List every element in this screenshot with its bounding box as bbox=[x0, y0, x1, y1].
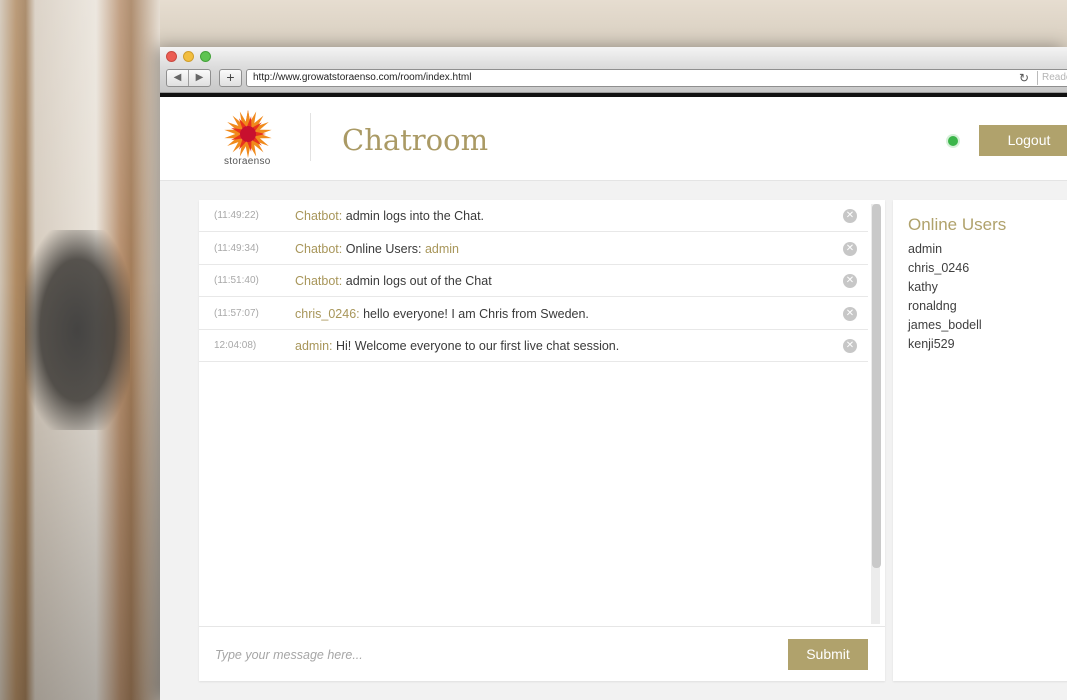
window-maximize-button[interactable] bbox=[200, 51, 211, 62]
message-timestamp: (11:51:40) bbox=[214, 275, 259, 286]
message-text: admin logs out of the Chat bbox=[342, 274, 492, 288]
message-sender: Chatbot: bbox=[295, 209, 343, 223]
message-sender: admin: bbox=[295, 339, 333, 353]
address-bar[interactable]: http://www.growatstoraenso.com/room/inde… bbox=[246, 69, 1067, 87]
message-body: Chatbot: Online Users: admin bbox=[295, 242, 459, 256]
chat-panel: (11:49:22) Chatbot: admin logs into the C… bbox=[199, 200, 885, 681]
online-user-item[interactable]: kenji529 bbox=[908, 337, 955, 351]
message-sender: Chatbot: bbox=[295, 241, 343, 256]
chat-message: 12:04:08) admin: Hi! Welcome everyone to … bbox=[199, 330, 868, 362]
submit-button[interactable]: Submit bbox=[788, 639, 868, 670]
background-blur-object bbox=[25, 230, 130, 430]
message-text: admin logs into the Chat. bbox=[342, 209, 485, 223]
delete-message-icon[interactable]: ✕ bbox=[843, 274, 857, 288]
browser-toolbar: ◀ ▶ + http://www.growatstoraenso.com/roo… bbox=[160, 67, 1067, 93]
header-divider bbox=[310, 113, 311, 161]
window-minimize-button[interactable] bbox=[183, 51, 194, 62]
reader-button[interactable]: Reader bbox=[1037, 71, 1067, 85]
online-user-item[interactable]: chris_0246 bbox=[908, 261, 969, 275]
new-tab-button[interactable]: + bbox=[219, 69, 242, 87]
message-username-link[interactable]: admin bbox=[425, 242, 459, 256]
delete-message-icon[interactable]: ✕ bbox=[843, 241, 857, 256]
message-body: admin: Hi! Welcome everyone to our first… bbox=[295, 339, 619, 353]
scrollbar-thumb[interactable] bbox=[872, 204, 881, 568]
chat-message: (11:57:07) chris_0246: hello everyone! I … bbox=[199, 298, 868, 330]
site-header: storaenso Chatroom bbox=[160, 97, 1067, 181]
online-users-title: Online Users bbox=[908, 215, 1007, 234]
delete-message-icon[interactable]: ✕ bbox=[843, 339, 857, 353]
browser-titlebar bbox=[160, 47, 1067, 67]
page-title: Chatroom bbox=[342, 123, 489, 157]
online-status-indicator bbox=[948, 136, 958, 146]
online-user-item[interactable]: admin bbox=[908, 242, 942, 256]
url-text: http://www.growatstoraenso.com/room/inde… bbox=[253, 72, 472, 83]
message-body: Chatbot: admin logs out of the Chat bbox=[295, 274, 492, 288]
reload-icon[interactable]: ↻ bbox=[1019, 71, 1029, 85]
message-timestamp: (11:49:34) bbox=[214, 242, 259, 254]
message-timestamp: (11:49:22) bbox=[214, 210, 259, 221]
message-text: hello everyone! I am Chris from Sweden. bbox=[359, 306, 589, 321]
nav-buttons: ◀ ▶ bbox=[166, 69, 211, 87]
online-user-item[interactable]: kathy bbox=[908, 280, 938, 294]
window-close-button[interactable] bbox=[166, 51, 177, 62]
compose-bar: Submit bbox=[199, 626, 885, 681]
message-sender: chris_0246: bbox=[295, 306, 360, 321]
delete-message-icon[interactable]: ✕ bbox=[843, 306, 857, 321]
browser-window: ◀ ▶ + http://www.growatstoraenso.com/roo… bbox=[160, 47, 1067, 700]
message-sender: Chatbot: bbox=[295, 274, 343, 288]
message-body: Chatbot: admin logs into the Chat. bbox=[295, 209, 484, 223]
message-text: Online Users: bbox=[342, 241, 425, 256]
logo-wordmark: storaenso bbox=[224, 156, 271, 167]
online-user-item[interactable]: james_bodell bbox=[908, 318, 982, 332]
message-input[interactable] bbox=[213, 644, 777, 666]
logout-button[interactable]: Logout bbox=[979, 125, 1067, 156]
message-text: Hi! Welcome everyone to our first live c… bbox=[332, 339, 620, 353]
message-body: chris_0246: hello everyone! I am Chris f… bbox=[295, 307, 589, 321]
delete-message-icon[interactable]: ✕ bbox=[843, 209, 857, 223]
message-timestamp: 12:04:08) bbox=[214, 340, 257, 351]
back-button[interactable]: ◀ bbox=[167, 70, 189, 86]
chat-message: (11:49:34) Chatbot: Online Users: admin ✕ bbox=[199, 233, 868, 265]
online-users-panel: Online Users admin chris_0246kathy ronaldn… bbox=[893, 200, 1067, 681]
chat-message: (11:49:22) Chatbot: admin logs into the C… bbox=[199, 200, 868, 232]
chat-message: (11:51:40) Chatbot: admin logs out of the… bbox=[199, 265, 868, 297]
message-timestamp: (11:57:07) bbox=[214, 307, 259, 319]
forward-button[interactable]: ▶ bbox=[189, 70, 210, 86]
online-user-item[interactable]: ronaldng bbox=[908, 299, 957, 313]
